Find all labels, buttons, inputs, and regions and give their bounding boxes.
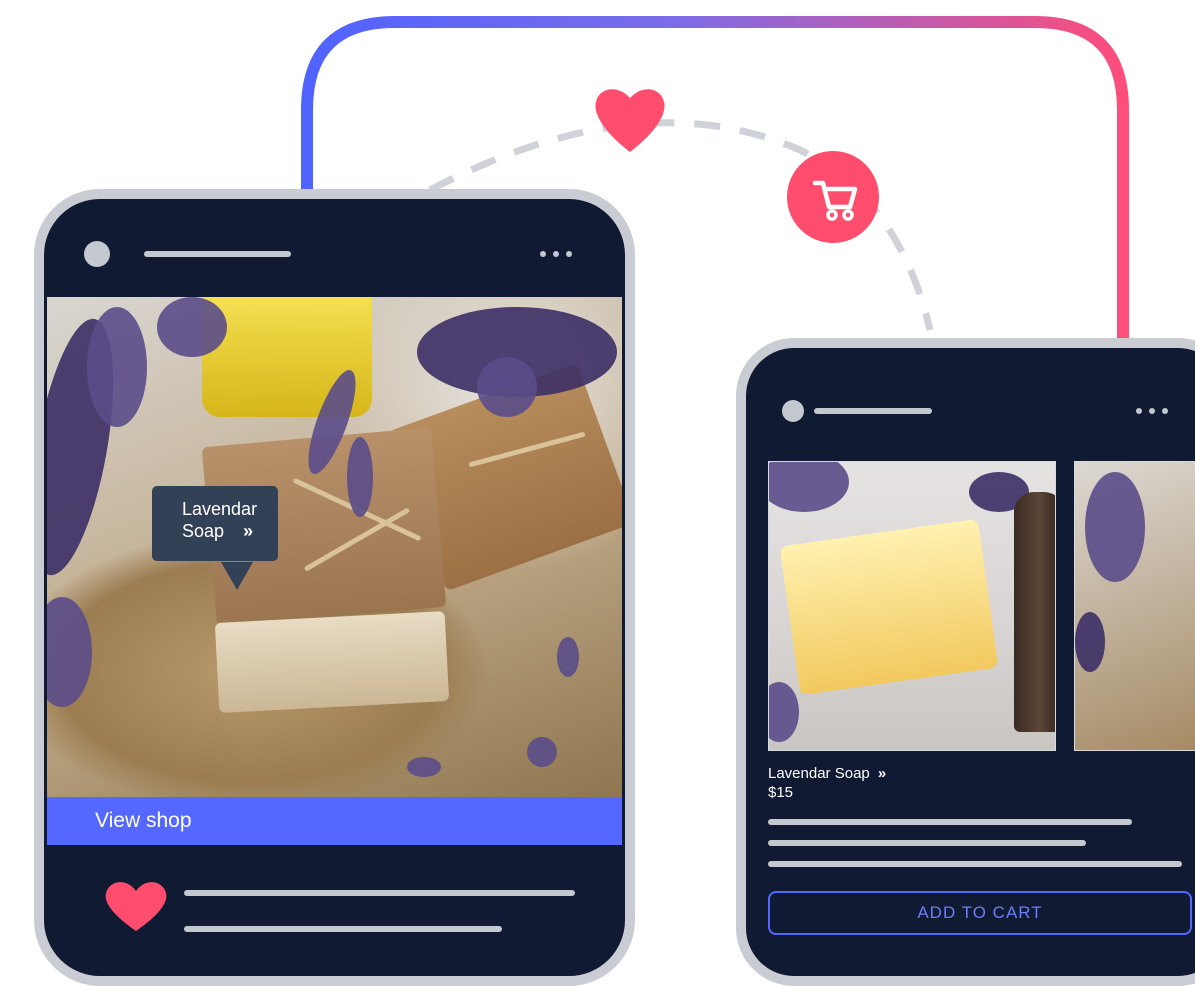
avatar <box>782 400 804 422</box>
add-to-cart-button[interactable]: ADD TO CART <box>768 891 1192 935</box>
tooltip-line2: Soap <box>182 521 225 541</box>
heart-icon <box>595 89 665 152</box>
cart-badge <box>787 151 879 243</box>
menu-dots-icon[interactable] <box>540 251 572 257</box>
like-heart-icon[interactable] <box>104 879 168 935</box>
chevron-double-right-icon: » <box>877 765 887 782</box>
avatar <box>84 241 110 267</box>
shop-name-placeholder <box>814 408 932 414</box>
product-price: $15 <box>768 784 794 801</box>
product-name-text: Lavendar Soap <box>768 765 870 782</box>
description-line <box>768 840 1086 846</box>
social-post-phone: View shop <box>34 189 635 986</box>
view-shop-label: View shop <box>95 809 192 832</box>
cart-icon <box>812 180 858 221</box>
username-placeholder <box>144 251 291 257</box>
shop-product-phone: Lavendar Soap » $15 ADD TO CART <box>736 338 1195 986</box>
description-line <box>768 861 1182 867</box>
view-shop-button[interactable]: View shop <box>47 797 622 845</box>
tooltip-pointer <box>221 562 253 590</box>
product-tag-tooltip[interactable]: Lavendar Soap » <box>152 486 278 561</box>
post-image[interactable] <box>47 297 622 797</box>
tooltip-line1: Lavendar <box>182 499 258 519</box>
caption-line <box>184 890 575 896</box>
product-name[interactable]: Lavendar Soap » <box>768 765 886 782</box>
product-image[interactable] <box>1074 461 1195 751</box>
chevron-double-right-icon: » <box>243 521 254 541</box>
caption-line <box>184 926 502 932</box>
menu-dots-icon[interactable] <box>1136 408 1168 414</box>
description-line <box>768 819 1132 825</box>
product-image[interactable] <box>768 461 1056 751</box>
